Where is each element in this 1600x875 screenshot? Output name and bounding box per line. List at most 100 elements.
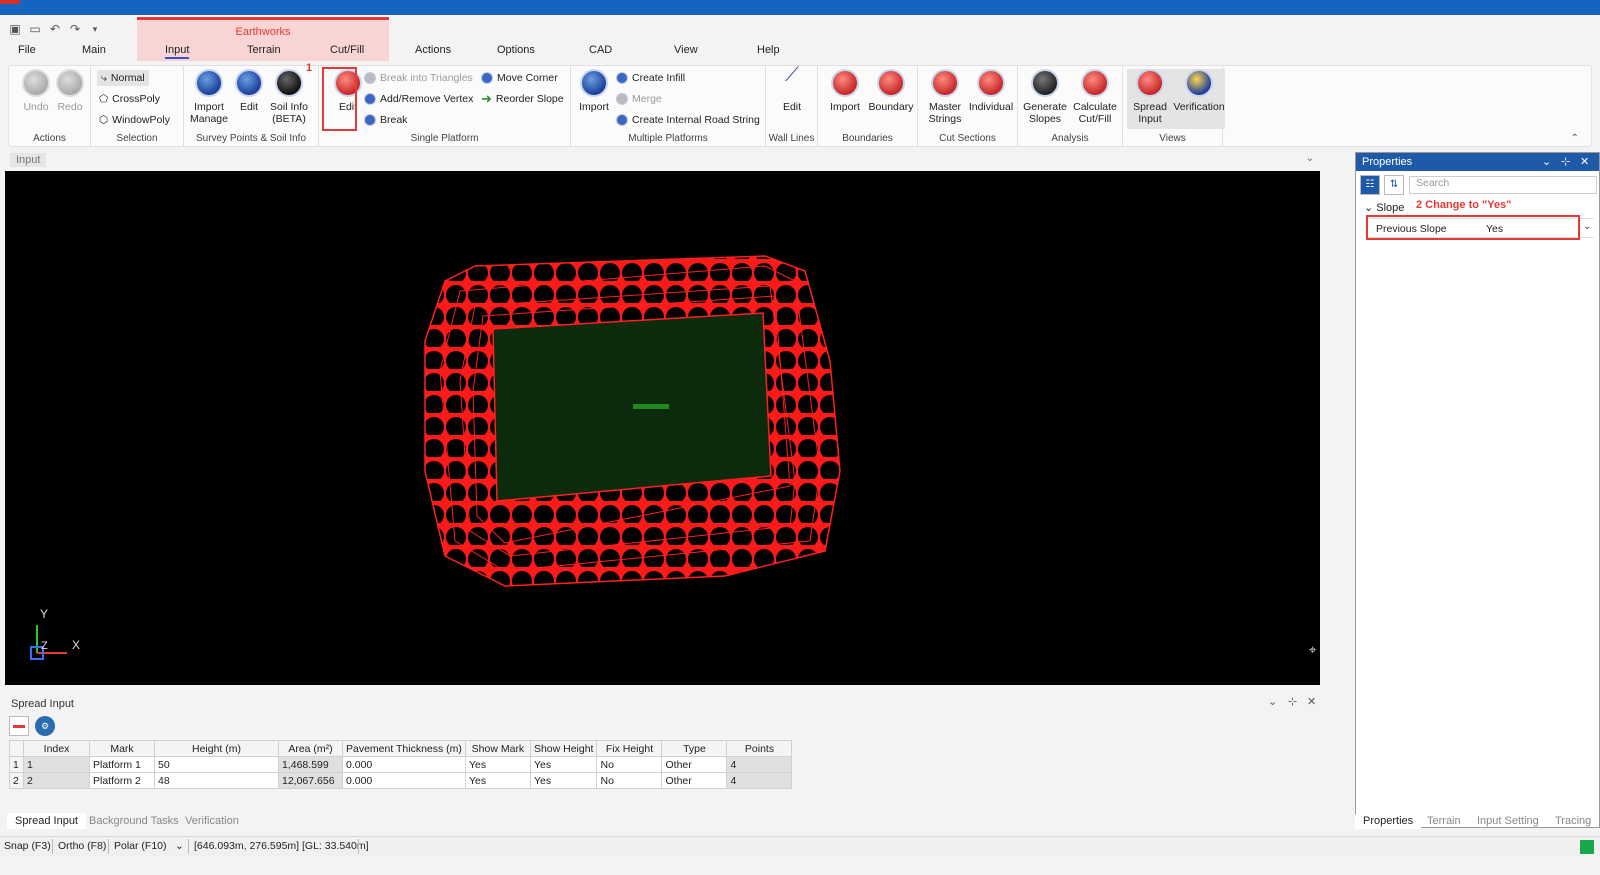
create-internal-road-string-button[interactable]: Create Internal Road String (616, 112, 760, 128)
generate-label: Generate (1023, 101, 1067, 113)
alphabetical-view-icon[interactable]: ⇅ (1384, 175, 1404, 195)
column-header[interactable]: Index (23, 740, 90, 757)
panel-pin-icon[interactable]: ⊹ (1288, 695, 1297, 708)
fix-height-select[interactable]: No (596, 756, 663, 773)
mark-cell[interactable]: Platform 2 (89, 772, 155, 789)
polar-toggle[interactable]: Polar (F10) (114, 840, 167, 852)
snap-toggle[interactable]: Snap (F3) (4, 840, 51, 852)
tab-actions[interactable]: Actions (415, 44, 451, 56)
properties-pin-icon[interactable]: ⊹ (1561, 155, 1570, 168)
column-header[interactable]: Height (m) (154, 740, 279, 757)
soil-info-button[interactable]: Soil Info (BETA) (266, 69, 312, 125)
column-header[interactable]: Type (661, 740, 728, 757)
crosspoly-button[interactable]: ⬠ CrossPoly (99, 91, 160, 107)
tab-tracing[interactable]: Tracing (1555, 815, 1591, 827)
collapse-ribbon-icon[interactable]: ⌃ (1571, 133, 1579, 144)
multi-import-button[interactable]: Import (571, 69, 617, 113)
customize-qat-icon[interactable]: ▾ (88, 22, 102, 36)
document-tab-input[interactable]: Input (10, 153, 47, 167)
height-cell[interactable]: 50 (154, 756, 279, 773)
type-select[interactable]: Other (661, 756, 728, 773)
properties-close-icon[interactable]: ✕ (1580, 155, 1589, 168)
document-dropdown-icon[interactable]: ⌄ (1306, 153, 1314, 164)
spread-input-icon (1136, 69, 1164, 97)
redo-button[interactable]: Redo (47, 69, 93, 113)
column-header[interactable]: Pavement Thickness (m) (342, 740, 466, 757)
fix-height-select[interactable]: No (596, 772, 663, 789)
tab-terrain-props[interactable]: Terrain (1427, 815, 1461, 827)
tab-background-tasks[interactable]: Background Tasks (89, 815, 179, 827)
spread-input-button[interactable]: Spread Input (1127, 69, 1173, 129)
move-corner-button[interactable]: Move Corner (481, 70, 558, 86)
show-height-select[interactable]: Yes (529, 756, 598, 773)
ortho-toggle[interactable]: Ortho (F8) (58, 840, 106, 852)
verification-button[interactable]: Verification (1173, 69, 1225, 129)
open-folder-icon[interactable]: ▭ (28, 22, 42, 36)
add-remove-vertex-button[interactable]: Add/Remove Vertex (364, 91, 473, 107)
table-row[interactable]: 2 2 Platform 2 48 12,067.656 0.000 Yes Y… (9, 772, 793, 789)
value-dropdown-icon[interactable]: ⌄ (1583, 221, 1591, 232)
show-mark-select[interactable]: Yes (464, 756, 531, 773)
height-cell[interactable]: 48 (154, 772, 279, 789)
boundaries-import-button[interactable]: Import (822, 69, 868, 113)
calculate-cut-fill-button[interactable]: Calculate Cut/Fill (1072, 69, 1118, 125)
properties-search-input[interactable]: Search (1409, 176, 1597, 194)
mark-cell[interactable]: Platform 1 (89, 756, 155, 773)
tab-input-setting[interactable]: Input Setting (1477, 815, 1539, 827)
redo-icon[interactable]: ↷ (68, 22, 82, 36)
chevron-down-icon: ⌄ (1364, 202, 1374, 214)
column-header[interactable]: Points (726, 740, 793, 757)
categorized-view-icon[interactable]: ☷ (1360, 175, 1380, 195)
selection-normal-button[interactable]: ⤷ Normal (97, 70, 149, 86)
save-icon[interactable]: ▣ (8, 22, 22, 36)
windowpoly-button[interactable]: ⬡ WindowPoly (99, 112, 170, 128)
merge-button[interactable]: Merge (616, 91, 662, 107)
show-mark-select[interactable]: Yes (464, 772, 531, 789)
master-strings-button[interactable]: Master Strings (922, 69, 968, 125)
generate-slopes-icon (1031, 69, 1059, 97)
tab-terrain[interactable]: Terrain (247, 44, 281, 56)
create-infill-button[interactable]: Create Infill (616, 70, 685, 86)
boundary-button[interactable]: Boundary (868, 69, 914, 113)
tab-properties[interactable]: Properties (1355, 813, 1422, 829)
break-into-triangles-button[interactable]: Break into Triangles (364, 70, 473, 86)
properties-dropdown-icon[interactable]: ⌄ (1542, 155, 1551, 168)
generate-slopes-button[interactable]: Generate Slopes (1022, 69, 1068, 125)
pavement-cell[interactable]: 0.000 (342, 772, 466, 789)
wall-lines-edit-button[interactable]: ⟋ Edit (769, 65, 815, 113)
column-header[interactable]: Show Height (529, 740, 598, 757)
tab-cut-fill[interactable]: Cut/Fill (330, 44, 364, 56)
spread-settings-icon[interactable]: ⚙ (35, 716, 55, 736)
tab-input[interactable]: Input (165, 44, 190, 59)
type-select[interactable]: Other (661, 772, 728, 789)
tab-file[interactable]: File (18, 44, 36, 56)
group-wall-lines: ⟋ Edit Wall Lines (766, 65, 818, 146)
column-header[interactable]: Mark (89, 740, 155, 757)
tab-options[interactable]: Options (497, 44, 535, 56)
tab-help[interactable]: Help (757, 44, 780, 56)
quick-access-toolbar: ▣ ▭ ↶ ↷ ▾ (8, 20, 102, 38)
column-header[interactable]: Area (m²) (278, 740, 343, 757)
tab-cad[interactable]: CAD (589, 44, 612, 56)
column-header[interactable]: Show Mark (464, 740, 531, 757)
undo-icon[interactable]: ↶ (48, 22, 62, 36)
tab-view[interactable]: View (674, 44, 698, 56)
merge-label: Merge (632, 93, 662, 105)
break-button[interactable]: Break (364, 112, 407, 128)
show-height-select[interactable]: Yes (529, 772, 598, 789)
reorder-slope-button[interactable]: ➜ Reorder Slope (481, 91, 564, 107)
polar-dropdown-icon[interactable]: ⌄ (175, 840, 184, 852)
remove-row-button[interactable] (9, 716, 29, 736)
table-row[interactable]: 1 1 Platform 1 50 1,468.599 0.000 Yes Ye… (9, 756, 793, 773)
cad-viewport[interactable]: Y X Z ⌖ (5, 171, 1320, 685)
import-label: Import (579, 101, 609, 113)
category-slope[interactable]: ⌄ Slope (1364, 201, 1404, 214)
panel-close-icon[interactable]: ✕ (1307, 695, 1316, 708)
pavement-cell[interactable]: 0.000 (342, 756, 466, 773)
tab-spread-input[interactable]: Spread Input (7, 813, 86, 829)
individual-button[interactable]: Individual (968, 69, 1014, 113)
tab-verification[interactable]: Verification (185, 815, 239, 827)
column-header[interactable]: Fix Height (596, 740, 663, 757)
tab-main[interactable]: Main (82, 44, 106, 56)
panel-dropdown-icon[interactable]: ⌄ (1268, 695, 1277, 708)
